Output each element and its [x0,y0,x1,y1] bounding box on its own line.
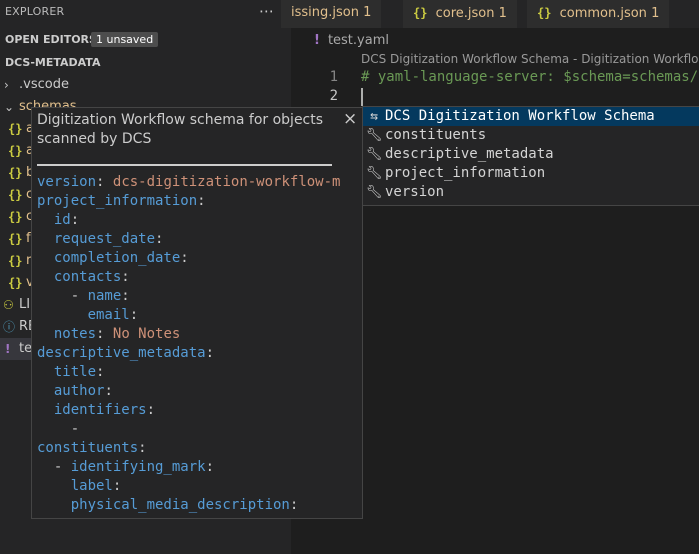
tree-item-label: f [26,231,31,246]
yaml-line: completion_date: [53,250,189,266]
yaml-key: label [70,478,113,494]
tab-label: core.json [435,6,495,21]
yaml-line: title: [53,364,105,380]
yaml-key: descriptive_metadata [37,345,206,361]
snippet-icon: ⇆ [370,109,378,124]
yaml-key: name [87,288,122,304]
suggestion-label: project_information [385,165,546,181]
yaml-line: project_information: [37,193,206,209]
problem-count-badge: 1 [363,5,372,20]
yaml-key: completion_date [53,250,181,266]
tab-core-json[interactable]: {} core.json 1 [403,0,518,28]
json-file-icon: {} [8,232,23,246]
text-cursor [361,88,363,106]
wrench-icon: 🔧︎ [365,166,383,181]
wrench-icon: 🔧︎ [365,185,383,200]
yaml-key: version [37,174,97,190]
yaml-line: contacts: [53,269,130,285]
line-number: 1 [329,69,338,85]
yaml-line: - identifying_mark: [37,459,215,475]
info-icon: ⓘ [3,320,16,334]
suggestion-item[interactable]: ⇆ DCS Digitization Workflow Schema [363,107,699,126]
json-file-icon: {} [8,210,23,224]
json-file-icon: {} [8,122,23,136]
tab-label: issing.json [291,5,359,20]
divider [37,164,332,166]
suggestion-label: descriptive_metadata [385,146,554,162]
suggestion-item[interactable]: 🔧︎ project_information [363,164,699,183]
suggestion-item[interactable]: 🔧︎ descriptive_metadata [363,145,699,164]
yaml-line: request_date: [53,231,164,247]
license-icon: ⚇ [3,298,14,312]
yaml-key: request_date [53,231,156,247]
yaml-line: id: [53,212,80,228]
schema-codelens[interactable]: DCS Digitization Workflow Schema - Digit… [361,52,699,66]
workspace-folder-title[interactable]: DCS-METADATA [5,56,100,69]
wrench-icon: 🔧︎ [365,147,383,162]
schema-description: Digitization Workflow schema for objects… [37,112,324,147]
yaml-line: identifiers: [53,402,156,418]
explorer-title: EXPLORER [5,5,65,18]
yaml-file-icon: ! [5,342,11,356]
chevron-down-icon: ⌄ [4,100,15,114]
yaml-key: physical_media_description [70,497,290,513]
suggestion-item[interactable]: 🔧︎ version [363,183,699,202]
problem-count-badge: 1 [498,6,507,21]
code-line[interactable]: # yaml-language-server: $schema=schemas/… [361,69,699,85]
yaml-value: No Notes [112,326,181,342]
yaml-line: version: dcs-digitization-workflow-m [37,174,341,190]
suggestion-label: DCS Digitization Workflow Schema [385,108,655,124]
open-editors-header[interactable]: OPEN EDITORS [5,33,97,46]
json-file-icon: {} [8,188,23,202]
tree-item-vscode[interactable]: › .vscode [0,74,291,96]
wrench-icon: 🔧︎ [365,128,383,143]
yaml-key: contacts [53,269,122,285]
suggestion-label: constituents [385,127,487,143]
yaml-line: label: [70,478,122,494]
yaml-key: identifiers [53,402,147,418]
yaml-line: physical_media_description: [70,497,299,513]
json-file-icon: {} [537,6,552,20]
yaml-line: notes: No Notes [53,326,181,342]
tree-item-label: .vscode [19,77,69,92]
json-file-icon: {} [8,276,23,290]
yaml-line: - [37,421,80,437]
problem-count-badge: 1 [651,6,660,21]
line-number: 2 [329,88,338,104]
yaml-key: project_information [37,193,198,209]
autocomplete-suggestions: ⇆ DCS Digitization Workflow Schema 🔧︎ co… [362,106,699,206]
yaml-line: constituents: [37,440,147,456]
chevron-right-icon: › [4,78,9,92]
json-file-icon: {} [8,144,23,158]
yaml-line: descriptive_metadata: [37,345,215,361]
schema-hover-popup: Digitization Workflow schema for objects… [31,107,363,519]
yaml-line: author: [53,383,113,399]
tab-common-json[interactable]: {} common.json 1 [527,0,671,28]
breadcrumb-file: test.yaml [327,33,389,48]
yaml-line: email: [87,307,139,323]
yaml-key: notes [53,326,97,342]
yaml-key: email [87,307,130,323]
tab-label: common.json [559,6,647,21]
yaml-key: title [53,364,97,380]
yaml-key: constituents [37,440,139,456]
yaml-file-icon: ! [314,33,320,48]
yaml-line: - name: [37,288,130,304]
suggestion-label: version [385,184,445,200]
breadcrumb[interactable]: ! test.yaml [314,33,389,48]
yaml-key: id [53,212,71,228]
close-icon[interactable]: × [343,109,357,129]
editor-tabs: issing.json 1 {} core.json 1 {} common.j… [281,0,699,28]
yaml-value: dcs-digitization-workflow-m [112,174,341,190]
yaml-key: identifying_mark [70,459,206,475]
json-file-icon: {} [8,254,23,268]
ellipsis-icon[interactable]: ⋯ [259,2,274,20]
unsaved-badge: 1 unsaved [91,32,159,47]
tree-item-label: LI [19,297,31,312]
yaml-key: author [53,383,105,399]
json-file-icon: {} [8,166,23,180]
json-file-icon: {} [413,6,428,20]
tab-missing-json[interactable]: issing.json 1 [281,0,383,28]
suggestion-item[interactable]: 🔧︎ constituents [363,126,699,145]
